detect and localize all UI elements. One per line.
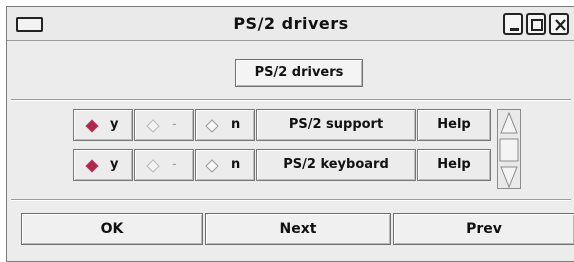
radio-n-label: n (231, 157, 241, 172)
radio-y-label: y (110, 117, 119, 132)
radio-m-row2[interactable]: - (134, 149, 194, 181)
radio-m-label: - (172, 157, 177, 172)
minimize-button[interactable] (503, 13, 523, 35)
radio-n-label: n (231, 117, 241, 132)
radio-m-label: - (172, 117, 177, 132)
radio-disabled-icon (146, 159, 160, 173)
close-button[interactable] (549, 13, 569, 35)
next-button[interactable]: Next (205, 213, 391, 245)
minimize-icon (510, 28, 519, 31)
radio-selected-icon (85, 159, 99, 173)
window-title: PS/2 drivers (233, 14, 349, 33)
radio-unselected-icon (205, 159, 219, 173)
dialog-window: PS/2 drivers PS/2 drivers y - n PS/2 sup… (6, 6, 574, 262)
radio-n-row1[interactable]: n (195, 109, 255, 141)
vertical-scrollbar[interactable] (497, 109, 521, 189)
maximize-icon (531, 19, 543, 31)
radio-selected-icon (85, 119, 99, 133)
divider-top (11, 99, 571, 101)
scroll-thumb[interactable] (499, 138, 519, 162)
section-header-button[interactable]: PS/2 drivers (235, 59, 363, 87)
option-label-ps2-support: PS/2 support (256, 109, 416, 141)
radio-y-label: y (110, 157, 119, 172)
help-button-row2[interactable]: Help (417, 149, 491, 181)
close-icon (555, 19, 566, 31)
prev-button[interactable]: Prev (393, 213, 574, 245)
option-label-ps2-keyboard: PS/2 keyboard (256, 149, 416, 181)
radio-n-row2[interactable]: n (195, 149, 255, 181)
maximize-button[interactable] (526, 13, 546, 35)
radio-y-row1[interactable]: y (73, 109, 133, 141)
ok-button[interactable]: OK (21, 213, 203, 245)
help-button-row1[interactable]: Help (417, 109, 491, 141)
scrollbar-graphic (499, 111, 519, 189)
scroll-up-icon[interactable] (500, 111, 518, 134)
divider-bottom (11, 199, 571, 201)
scroll-down-icon[interactable] (500, 166, 518, 189)
title-bar: PS/2 drivers (7, 7, 574, 41)
radio-y-row2[interactable]: y (73, 149, 133, 181)
radio-unselected-icon (205, 119, 219, 133)
radio-disabled-icon (146, 119, 160, 133)
radio-m-row1[interactable]: - (134, 109, 194, 141)
